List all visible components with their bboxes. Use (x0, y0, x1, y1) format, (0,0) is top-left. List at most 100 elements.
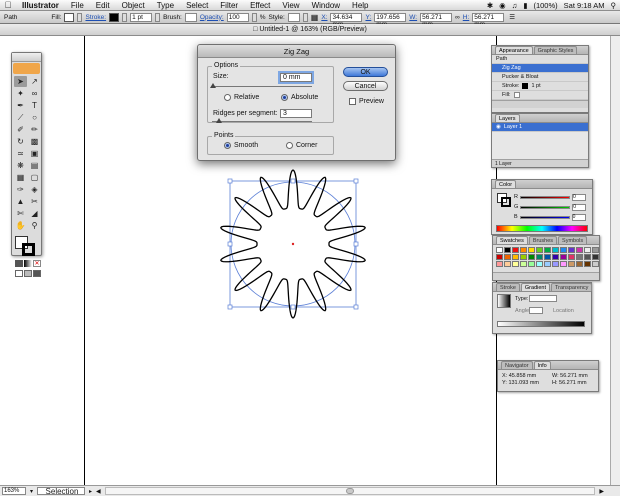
swatch-chip[interactable] (528, 261, 535, 267)
ellipse-tool-icon[interactable]: ○ (28, 112, 41, 123)
swatch-chip[interactable] (552, 247, 559, 253)
swatch-chip[interactable] (544, 247, 551, 253)
corner-radio[interactable]: Corner (286, 142, 317, 149)
menu-file[interactable]: File (65, 0, 90, 11)
x-field[interactable]: 34.634 mm (330, 12, 363, 28)
size-field[interactable]: 0 mm (280, 73, 312, 82)
style-dropdown[interactable] (302, 12, 308, 22)
zoom-dropdown-icon[interactable]: ▾ (30, 488, 33, 495)
swatch-chip[interactable] (504, 254, 511, 260)
tab-appearance[interactable]: Appearance (495, 46, 533, 54)
swatch-chip[interactable] (520, 254, 527, 260)
swatch-chip[interactable] (576, 261, 583, 267)
dialog-title-bar[interactable]: Zig Zag (198, 45, 395, 58)
warp-tool-icon[interactable]: ≃ (14, 148, 27, 159)
cancel-button[interactable]: Cancel (343, 81, 388, 91)
swatch-chip[interactable] (536, 261, 543, 267)
graph-tool-icon[interactable]: ▤ (28, 160, 41, 171)
tab-layers[interactable]: Layers (495, 114, 520, 122)
fill-dropdown[interactable] (77, 12, 83, 22)
ridges-slider-knob[interactable] (216, 118, 222, 123)
hand-tool-icon[interactable]: ✋ (14, 220, 27, 231)
mesh-tool-icon[interactable]: ▦ (14, 172, 27, 183)
blend-tool-icon[interactable]: ◈ (28, 184, 41, 195)
direct-selection-tool-icon[interactable]: ↗ (28, 76, 41, 87)
line-tool-icon[interactable]: ⟋ (14, 112, 27, 123)
swatch-chip[interactable] (560, 261, 567, 267)
swatch-chip[interactable] (568, 261, 575, 267)
relative-radio[interactable]: Relative (224, 94, 259, 101)
tab-gradient[interactable]: Gradient (520, 283, 551, 291)
swatch-chip[interactable] (568, 247, 575, 253)
swatch-chip[interactable] (544, 261, 551, 267)
menu-type[interactable]: Type (151, 0, 180, 11)
zoom-field[interactable]: 163% (2, 487, 26, 495)
h-field[interactable]: 56.271 mm (472, 12, 505, 28)
swatch-chip[interactable] (584, 247, 591, 253)
tab-swatches[interactable]: Swatches (496, 236, 528, 244)
appearance-row-fill[interactable]: Fill: (492, 91, 588, 100)
swatch-chip[interactable] (592, 254, 599, 260)
magic-wand-tool-icon[interactable]: ✦ (14, 88, 27, 99)
tab-info[interactable]: Info (533, 361, 551, 369)
preview-checkbox-box[interactable] (349, 98, 356, 105)
relative-radio-dot[interactable] (224, 94, 231, 101)
color-r-slider[interactable] (519, 195, 570, 199)
opacity-field[interactable]: 100 (226, 12, 249, 22)
swatch-chip[interactable] (496, 261, 503, 267)
swatch-chip[interactable] (584, 254, 591, 260)
gradient-mode-icon[interactable] (24, 260, 32, 267)
swatch-chip[interactable] (544, 254, 551, 260)
eyedropper-tool-icon[interactable]: ✑ (14, 184, 27, 195)
swatch-chip[interactable] (496, 254, 503, 260)
swatch-chip[interactable] (592, 247, 599, 253)
y-field[interactable]: 197.656 mm (374, 12, 407, 28)
corner-radio-dot[interactable] (286, 142, 293, 149)
battery-icon[interactable]: ▮ (523, 1, 527, 10)
stroke-swatch[interactable] (109, 12, 120, 22)
paintbrush-tool-icon[interactable]: ✐ (14, 124, 27, 135)
color-stroke-swatch[interactable] (501, 197, 511, 207)
swatch-chip[interactable] (512, 261, 519, 267)
swatch-chip[interactable] (552, 254, 559, 260)
appearance-stroke-swatch[interactable] (522, 83, 529, 89)
horizontal-scrollbar[interactable] (104, 487, 596, 495)
normal-screen-mode-icon[interactable] (15, 270, 23, 277)
gradient-type-select[interactable] (529, 295, 557, 302)
swatch-chip[interactable] (528, 254, 535, 260)
tab-symbols[interactable]: Symbols (558, 236, 588, 244)
gradient-preview[interactable] (497, 294, 511, 308)
stroke-weight-dropdown[interactable] (155, 12, 161, 22)
swatch-chip[interactable] (520, 247, 527, 253)
stroke-dropdown[interactable] (122, 12, 128, 22)
tab-stroke[interactable]: Stroke (496, 283, 520, 291)
absolute-radio-dot[interactable] (281, 94, 288, 101)
size-slider-knob[interactable] (210, 83, 216, 88)
swatch-chip[interactable] (520, 261, 527, 267)
symbol-sprayer-tool-icon[interactable]: ❋ (14, 160, 27, 171)
menu-edit[interactable]: Edit (90, 0, 116, 11)
lasso-tool-icon[interactable]: ∞ (28, 88, 41, 99)
rotate-tool-icon[interactable]: ↻ (14, 136, 27, 147)
color-mode-icon[interactable] (15, 260, 23, 267)
layer-row[interactable]: ◉ Layer 1 (492, 123, 588, 132)
h-link[interactable]: H: (463, 14, 470, 21)
type-tool-icon[interactable]: T (28, 100, 41, 111)
color-r-field[interactable]: 0 (571, 193, 586, 201)
opacity-dropdown[interactable] (251, 12, 257, 22)
opacity-link[interactable]: Opacity: (200, 14, 224, 21)
crop-tool-icon[interactable]: ✂ (28, 196, 41, 207)
menu-help[interactable]: Help (346, 0, 374, 11)
slice-tool-icon[interactable]: ◢ (28, 208, 41, 219)
scroll-left-icon[interactable]: ◀ (96, 488, 101, 495)
fill-stroke-control[interactable] (13, 234, 40, 258)
menu-app-name[interactable]: Illustrator (16, 0, 65, 11)
color-spectrum[interactable] (496, 225, 588, 232)
swatch-chip[interactable] (536, 254, 543, 260)
swatch-chip[interactable] (536, 247, 543, 253)
horizontal-scroll-thumb[interactable] (345, 488, 354, 494)
color-g-field[interactable]: 0 (572, 203, 587, 211)
volume-icon[interactable]: ♫ (512, 1, 518, 10)
color-fill-stroke[interactable] (497, 193, 511, 207)
tab-color[interactable]: Color (495, 180, 517, 188)
